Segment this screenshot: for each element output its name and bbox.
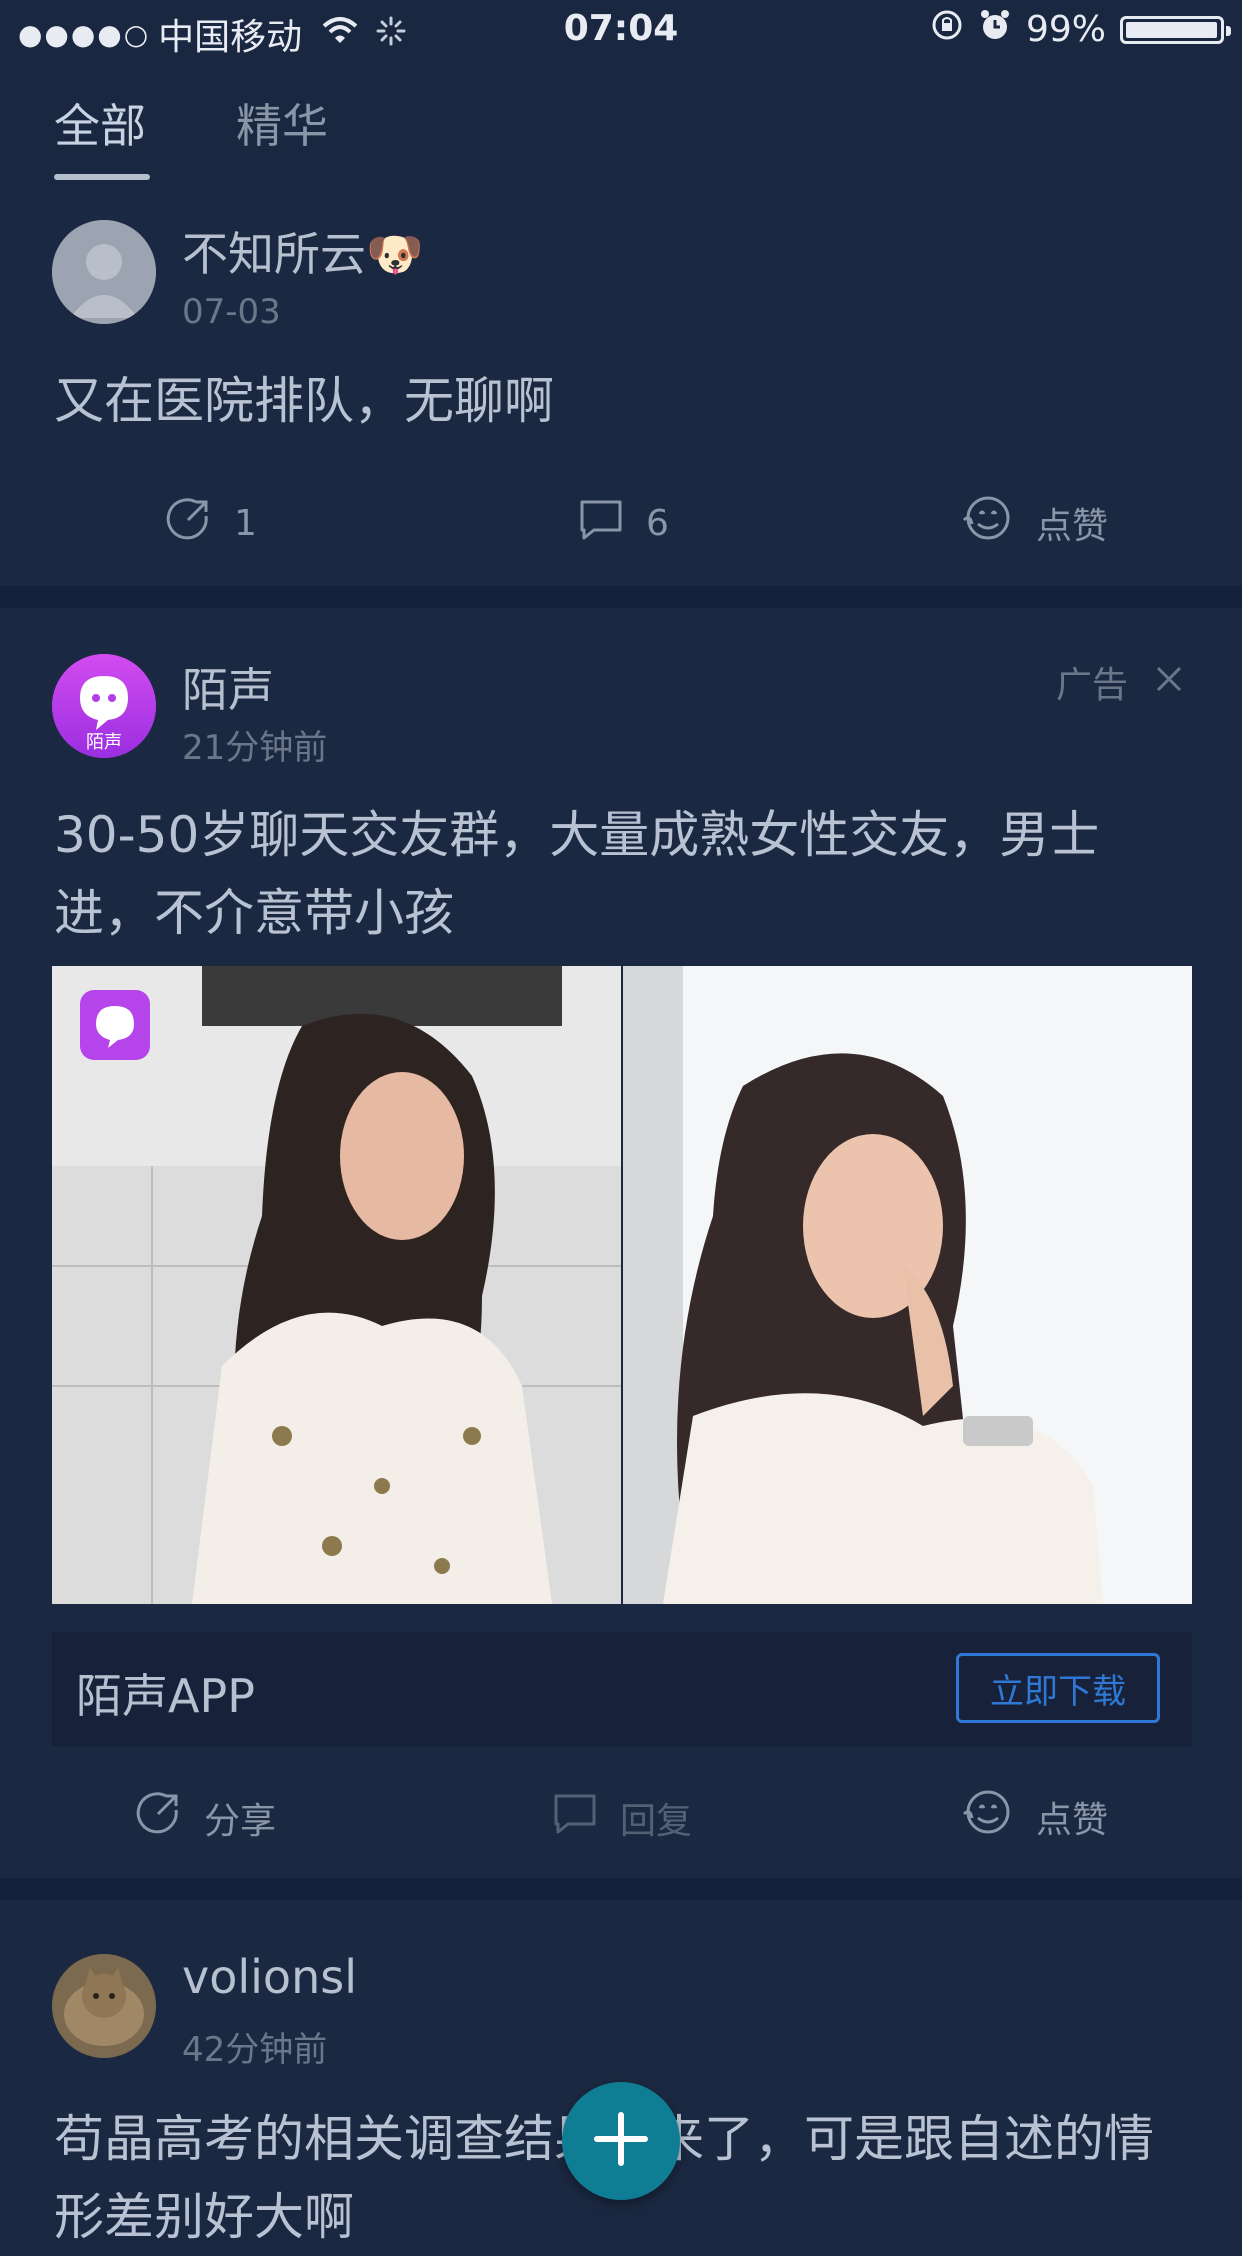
- avatar[interactable]: [52, 220, 156, 324]
- username[interactable]: volionsl: [182, 1950, 357, 2004]
- post-time: 42分钟前: [182, 2030, 328, 2070]
- battery-percent: 99%: [1025, 9, 1106, 50]
- post-content[interactable]: 又在医院排队，无聊啊: [54, 362, 1194, 440]
- alarm-icon: [978, 8, 1012, 51]
- share-label: 分享: [204, 1800, 277, 1842]
- ad-photo-right[interactable]: [623, 966, 1192, 1604]
- reply-action[interactable]: 6: [578, 496, 669, 551]
- reply-label: 回复: [620, 1800, 693, 1842]
- rotation-lock-icon: [930, 8, 964, 51]
- app-download-bar[interactable]: 陌声APP 立即下载: [52, 1632, 1192, 1746]
- ad-avatar[interactable]: 陌声: [52, 654, 156, 758]
- post-card[interactable]: 不知所云🐶 07-03 又在医院排队，无聊啊 1 6 点赞: [0, 190, 1242, 586]
- post-time: 07-03: [182, 292, 281, 332]
- divider: [0, 586, 1242, 608]
- battery-level: [1126, 21, 1218, 38]
- post-time: 21分钟前: [182, 728, 328, 768]
- close-icon[interactable]: [1154, 662, 1184, 703]
- share-action[interactable]: 1: [166, 496, 257, 551]
- reply-count: 6: [646, 503, 669, 544]
- comment-icon: [552, 1790, 598, 1845]
- like-action[interactable]: 点赞: [962, 1788, 1108, 1845]
- share-action[interactable]: 分享: [136, 1790, 276, 1845]
- like-face-icon: [962, 1788, 1014, 1845]
- like-action[interactable]: 点赞: [962, 494, 1108, 551]
- tab-all[interactable]: 全部: [54, 90, 146, 156]
- username[interactable]: 不知所云🐶: [182, 218, 423, 284]
- new-post-button[interactable]: [562, 2082, 680, 2200]
- tab-featured[interactable]: 精华: [236, 90, 328, 156]
- ad-label: 广告: [1055, 665, 1128, 706]
- active-tab-indicator: [54, 174, 150, 180]
- like-label: 点赞: [1036, 1799, 1109, 1841]
- status-bar: ●●●●○ 中国移动 07:04 99%: [0, 0, 1242, 60]
- username[interactable]: 陌声: [182, 654, 274, 720]
- divider: [0, 1878, 1242, 1900]
- share-count: 1: [234, 503, 257, 544]
- tab-bar: 全部 精华: [0, 60, 1242, 190]
- download-button[interactable]: 立即下载: [956, 1653, 1160, 1723]
- like-face-icon: [962, 494, 1014, 551]
- ad-photo-left[interactable]: [52, 966, 621, 1604]
- reply-action[interactable]: 回复: [552, 1790, 692, 1845]
- like-label: 点赞: [1036, 505, 1109, 547]
- ad-tag: 广告: [1056, 656, 1184, 708]
- share-icon: [136, 1790, 182, 1845]
- avatar[interactable]: [52, 1954, 156, 2058]
- battery-icon: [1120, 15, 1231, 44]
- comment-icon: [578, 496, 624, 551]
- share-icon: [166, 496, 212, 551]
- ad-content[interactable]: 30-50岁聊天交友群，大量成熟女性交友，男士进，不介意带小孩: [54, 796, 1194, 952]
- ad-image[interactable]: [52, 966, 1192, 1604]
- plus-icon: [591, 2109, 651, 2173]
- ad-avatar-text: 陌声: [86, 732, 122, 753]
- app-name: 陌声APP: [76, 1669, 255, 1723]
